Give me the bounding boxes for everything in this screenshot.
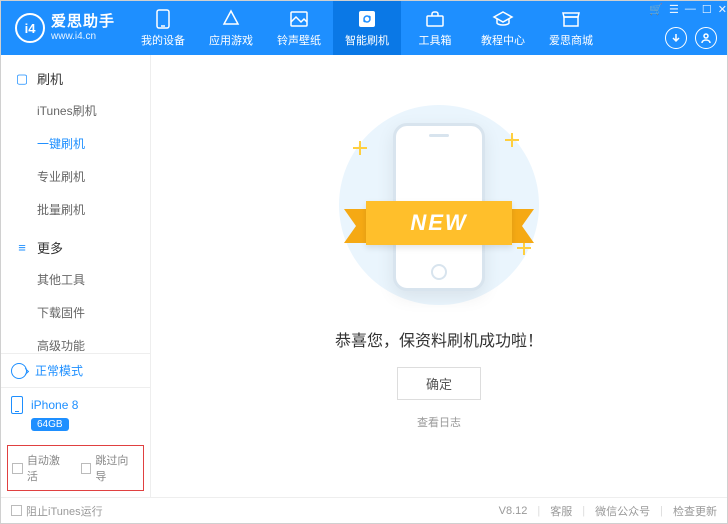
sidebar-item-pro-flash[interactable]: 专业刷机 xyxy=(1,160,150,193)
success-message: 恭喜您，保资料刷机成功啦！ xyxy=(335,327,543,351)
checkbox-label: 阻止iTunes运行 xyxy=(26,503,103,519)
sidebar: ▢ 刷机 iTunes刷机 一键刷机 专业刷机 批量刷机 ≡ 更多 其他工具 下… xyxy=(1,55,151,497)
brand-url: www.i4.cn xyxy=(51,31,115,42)
sidebar-item-other-tools[interactable]: 其他工具 xyxy=(1,263,150,296)
tab-tutorials[interactable]: 教程中心 xyxy=(469,1,537,55)
sidebar-options-highlight: 自动激活 跳过向导 xyxy=(7,445,144,491)
sidebar-item-download-firmware[interactable]: 下载固件 xyxy=(1,296,150,329)
sidebar-item-batch-flash[interactable]: 批量刷机 xyxy=(1,193,150,226)
wechat-link[interactable]: 微信公众号 xyxy=(595,503,650,519)
mode-label: 正常模式 xyxy=(35,362,83,379)
checkbox-icon xyxy=(12,463,23,474)
logo-icon: i4 xyxy=(15,13,45,43)
sidebar-item-advanced[interactable]: 高级功能 xyxy=(1,329,150,353)
sparkle-icon xyxy=(505,133,519,147)
tab-label: 智能刷机 xyxy=(345,32,389,48)
refresh-icon xyxy=(356,9,378,29)
tab-label: 应用游戏 xyxy=(209,32,253,48)
version-label: V8.12 xyxy=(499,505,528,517)
tab-flash[interactable]: 智能刷机 xyxy=(333,1,401,55)
toolbox-icon xyxy=(424,9,446,29)
new-ribbon: NEW xyxy=(344,201,534,245)
tab-toolbox[interactable]: 工具箱 xyxy=(401,1,469,55)
refresh-icon xyxy=(11,363,27,379)
tab-label: 爱思商城 xyxy=(549,32,593,48)
user-button[interactable] xyxy=(695,27,717,49)
status-bar: 阻止iTunes运行 V8.12 | 客服 | 微信公众号 | 检查更新 xyxy=(1,497,727,523)
sidebar-device-info[interactable]: iPhone 8 64GB xyxy=(1,387,150,441)
device-name: iPhone 8 xyxy=(31,398,78,412)
block-itunes-checkbox[interactable]: 阻止iTunes运行 xyxy=(11,503,103,519)
checkbox-icon xyxy=(11,505,22,516)
sidebar-item-oneclick-flash[interactable]: 一键刷机 xyxy=(1,127,150,160)
cart-icon[interactable]: 🛒 xyxy=(649,3,663,16)
sidebar-group-label: 更多 xyxy=(37,238,63,257)
brand-text: 爱思助手 www.i4.cn xyxy=(51,14,115,42)
body: ▢ 刷机 iTunes刷机 一键刷机 专业刷机 批量刷机 ≡ 更多 其他工具 下… xyxy=(1,55,727,497)
store-icon xyxy=(560,9,582,29)
download-button[interactable] xyxy=(665,27,687,49)
view-log-link[interactable]: 查看日志 xyxy=(417,414,461,430)
tab-label: 我的设备 xyxy=(141,32,185,48)
storage-badge: 64GB xyxy=(31,418,69,431)
tab-apps[interactable]: 应用游戏 xyxy=(197,1,265,55)
sidebar-mode-status[interactable]: 正常模式 xyxy=(1,353,150,387)
ok-button[interactable]: 确定 xyxy=(397,367,481,400)
graduation-icon xyxy=(492,9,514,29)
phone-icon xyxy=(152,9,174,29)
header-bar: i4 爱思助手 www.i4.cn 我的设备 应用游戏 铃声壁纸 智能刷机 xyxy=(1,1,727,55)
app-window: i4 爱思助手 www.i4.cn 我的设备 应用游戏 铃声壁纸 智能刷机 xyxy=(0,0,728,524)
phone-outline-icon: ▢ xyxy=(15,71,29,87)
phone-icon xyxy=(11,396,23,414)
sidebar-group-label: 刷机 xyxy=(37,69,63,88)
checkbox-label: 跳过向导 xyxy=(95,452,139,484)
sidebar-scroll: ▢ 刷机 iTunes刷机 一键刷机 专业刷机 批量刷机 ≡ 更多 其他工具 下… xyxy=(1,55,150,353)
tab-ringtones[interactable]: 铃声壁纸 xyxy=(265,1,333,55)
sidebar-item-itunes-flash[interactable]: iTunes刷机 xyxy=(1,94,150,127)
brand-logo: i4 爱思助手 www.i4.cn xyxy=(1,1,129,55)
auto-activate-checkbox[interactable]: 自动激活 xyxy=(12,452,71,484)
tab-store[interactable]: 爱思商城 xyxy=(537,1,605,55)
more-icon: ≡ xyxy=(15,240,29,255)
header-circle-buttons xyxy=(665,27,717,49)
brand-name: 爱思助手 xyxy=(51,14,115,31)
tab-label: 铃声壁纸 xyxy=(277,32,321,48)
wallpaper-icon xyxy=(288,9,310,29)
skip-guide-checkbox[interactable]: 跳过向导 xyxy=(81,452,140,484)
tab-label: 工具箱 xyxy=(419,32,452,48)
sparkle-icon xyxy=(353,141,367,155)
check-update-link[interactable]: 检查更新 xyxy=(673,503,717,519)
header-tabs: 我的设备 应用游戏 铃声壁纸 智能刷机 工具箱 教程中心 xyxy=(129,1,649,55)
close-icon[interactable]: ✕ xyxy=(718,3,727,16)
minimize-icon[interactable]: — xyxy=(685,3,696,15)
sidebar-group-flash[interactable]: ▢ 刷机 xyxy=(1,63,150,94)
apps-icon xyxy=(220,9,242,29)
ribbon-text: NEW xyxy=(366,201,512,245)
menu-icon[interactable]: ☰ xyxy=(669,3,679,16)
maximize-icon[interactable]: ☐ xyxy=(702,3,712,16)
tab-label: 教程中心 xyxy=(481,32,525,48)
checkbox-icon xyxy=(81,463,92,474)
window-controls: 🛒 ☰ — ☐ ✕ xyxy=(649,1,727,17)
main-panel: NEW 恭喜您，保资料刷机成功啦！ 确定 查看日志 xyxy=(151,55,727,497)
checkbox-label: 自动激活 xyxy=(27,452,71,484)
support-link[interactable]: 客服 xyxy=(550,503,572,519)
tab-my-device[interactable]: 我的设备 xyxy=(129,1,197,55)
sidebar-group-more[interactable]: ≡ 更多 xyxy=(1,232,150,263)
success-illustration: NEW xyxy=(339,105,539,305)
